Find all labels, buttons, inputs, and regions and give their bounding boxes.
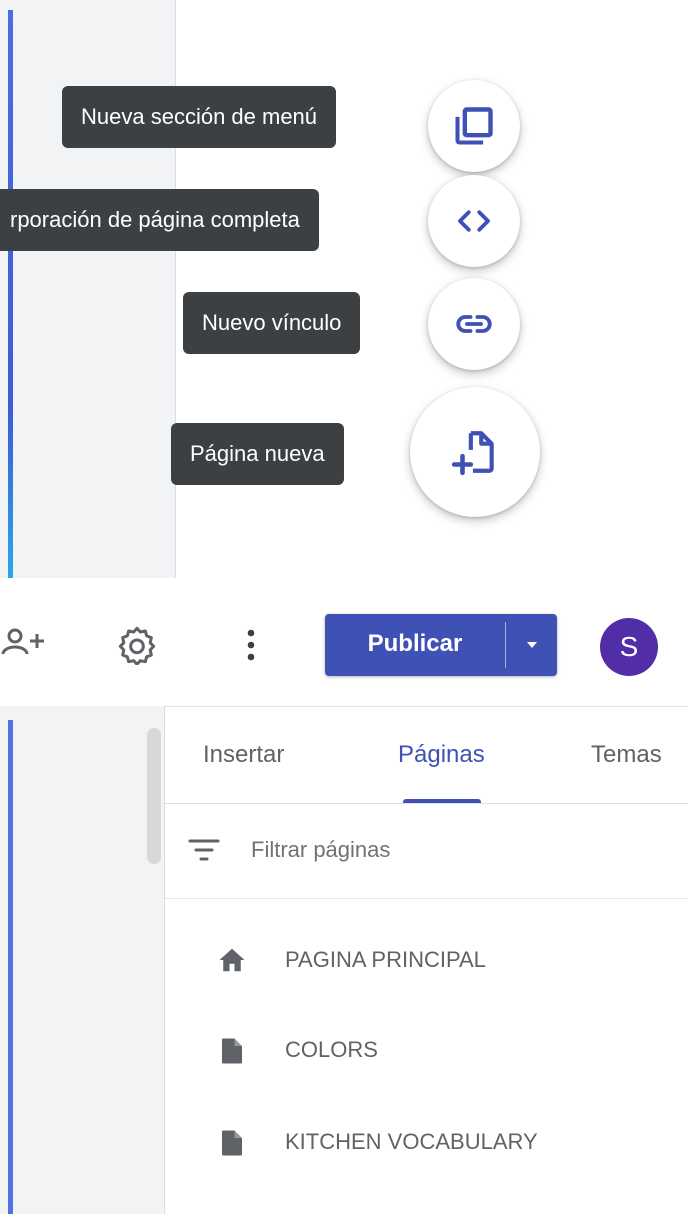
copy-section-icon bbox=[455, 107, 493, 145]
selection-accent-bar bbox=[8, 10, 13, 578]
page-icon bbox=[222, 1038, 242, 1064]
new-menu-section-button[interactable] bbox=[428, 80, 520, 172]
filter-pages-input[interactable] bbox=[251, 832, 651, 868]
filter-icon bbox=[188, 839, 220, 861]
sites-editor-panel: Publicar S Insertar Páginas Temas Filtra… bbox=[0, 596, 688, 1214]
page-label: KITCHEN VOCABULARY bbox=[285, 1129, 538, 1154]
page-item-kitchen-vocabulary[interactable]: KITCHEN VOCABULARY bbox=[165, 1109, 688, 1175]
publish-dropdown-button[interactable] bbox=[506, 614, 557, 676]
page-item-colors[interactable]: COLORS bbox=[165, 1017, 688, 1083]
fab-speed-dial-panel: Nueva sección de menú rporación de págin… bbox=[0, 0, 688, 578]
full-page-embed-button[interactable] bbox=[428, 175, 520, 267]
filter-row bbox=[165, 804, 688, 899]
tab-insertar[interactable]: Insertar bbox=[203, 741, 284, 769]
tooltip-full-page-embed: rporación de página completa bbox=[0, 189, 319, 251]
add-page-icon bbox=[451, 431, 494, 476]
more-vert-icon bbox=[247, 629, 255, 661]
account-avatar[interactable]: S bbox=[600, 618, 658, 676]
new-link-button[interactable] bbox=[428, 278, 520, 370]
selection-accent-bar bbox=[8, 720, 13, 1214]
scrollbar-thumb[interactable] bbox=[147, 728, 161, 864]
page-item-home[interactable]: PAGINA PRINCIPAL bbox=[165, 927, 688, 993]
share-button[interactable] bbox=[0, 618, 54, 672]
tooltip-new-page: Página nueva bbox=[171, 423, 344, 485]
new-page-button[interactable] bbox=[410, 387, 540, 517]
tab-temas[interactable]: Temas bbox=[591, 741, 662, 769]
gear-icon bbox=[118, 626, 156, 665]
side-panel: Insertar Páginas Temas PAGINA PRINCIPAL … bbox=[165, 706, 688, 1214]
home-icon bbox=[219, 948, 245, 972]
tooltip-new-link: Nuevo vínculo bbox=[183, 292, 361, 354]
more-options-button[interactable] bbox=[224, 618, 278, 672]
page-label: PAGINA PRINCIPAL bbox=[285, 947, 486, 972]
tab-paginas[interactable]: Páginas bbox=[398, 741, 485, 769]
page-icon bbox=[222, 1130, 242, 1156]
settings-button[interactable] bbox=[110, 618, 164, 672]
publish-button-group: Publicar bbox=[325, 614, 557, 676]
link-icon bbox=[456, 315, 492, 333]
person-add-icon bbox=[1, 628, 44, 655]
editor-canvas-strip bbox=[0, 706, 165, 1214]
panel-tabs: Insertar Páginas Temas bbox=[165, 707, 688, 804]
top-toolbar: Publicar S bbox=[0, 596, 688, 706]
tooltip-new-menu-section: Nueva sección de menú bbox=[62, 86, 337, 148]
caret-down-icon bbox=[526, 642, 537, 648]
active-tab-indicator bbox=[403, 799, 481, 803]
code-icon bbox=[458, 210, 490, 232]
panel-gap bbox=[0, 578, 688, 596]
page-label: COLORS bbox=[285, 1037, 378, 1062]
publish-button[interactable]: Publicar bbox=[325, 614, 505, 676]
